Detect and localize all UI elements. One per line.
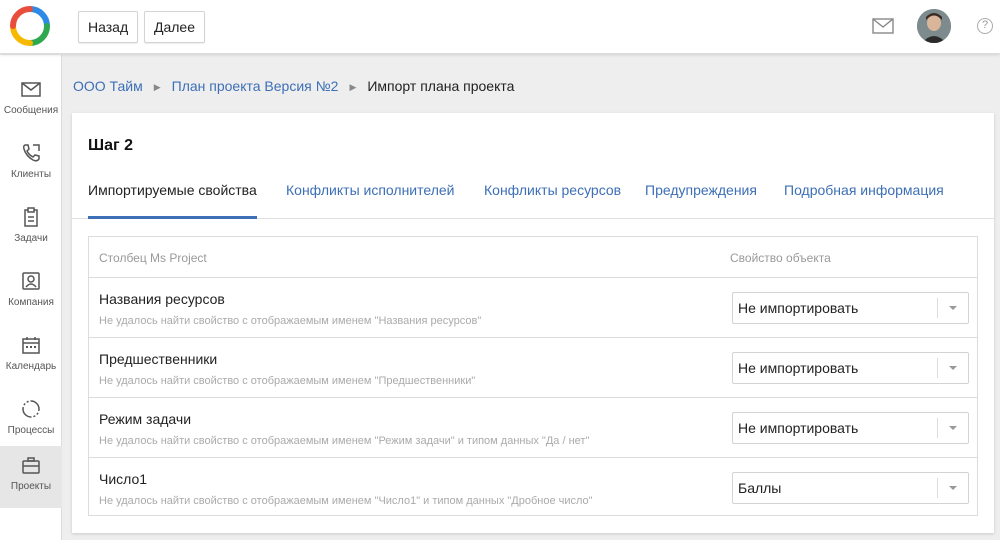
- sidebar-item-clients[interactable]: Клиенты: [0, 134, 62, 196]
- select-value: Не импортировать: [738, 300, 859, 316]
- tab-details[interactable]: Подробная информация: [784, 175, 944, 219]
- sidebar-item-tasks[interactable]: Задачи: [0, 198, 62, 260]
- sidebar-item-processes[interactable]: Процессы: [0, 390, 62, 452]
- tab-imported-properties[interactable]: Импортируемые свойства: [88, 175, 257, 219]
- select-divider: [937, 418, 938, 438]
- select-divider: [937, 298, 938, 318]
- property-select[interactable]: Не импортировать: [732, 292, 969, 324]
- select-divider: [937, 358, 938, 378]
- column-header-ms-project: Столбец Ms Project: [99, 251, 207, 265]
- sidebar-item-label: Задачи: [14, 233, 48, 244]
- sidebar-item-label: Процессы: [7, 425, 55, 436]
- row-description: Не удалось найти свойство с отображаемым…: [99, 495, 593, 507]
- sidebar-item-projects[interactable]: Проекты: [0, 446, 62, 508]
- table-header: Столбец Ms Project Свойство объекта: [89, 237, 977, 278]
- table-row: Предшественники Не удалось найти свойств…: [89, 338, 977, 398]
- mail-icon: [21, 82, 41, 97]
- import-card: Шаг 2 Импортируемые свойства Конфликты и…: [72, 113, 994, 533]
- select-value: Не импортировать: [738, 360, 859, 376]
- select-value: Не импортировать: [738, 420, 859, 436]
- sidebar: Сообщения Клиенты Задачи Компания Календ…: [0, 55, 62, 540]
- properties-table: Столбец Ms Project Свойство объекта Назв…: [88, 236, 978, 516]
- chevron-down-icon: [949, 366, 957, 370]
- chevron-right-icon: ▶: [153, 82, 161, 92]
- sidebar-item-label: Проекты: [10, 481, 52, 492]
- row-description: Не удалось найти свойство с отображаемым…: [99, 375, 476, 387]
- row-description: Не удалось найти свойство с отображаемым…: [99, 435, 590, 447]
- app-logo-icon[interactable]: [10, 6, 50, 46]
- chevron-down-icon: [949, 426, 957, 430]
- row-name: Названия ресурсов: [99, 291, 225, 307]
- row-description: Не удалось найти свойство с отображаемым…: [99, 315, 482, 327]
- top-bar: Назад Далее ?: [0, 0, 1000, 54]
- property-select[interactable]: Баллы: [732, 472, 969, 504]
- table-row: Названия ресурсов Не удалось найти свойс…: [89, 278, 977, 338]
- chevron-down-icon: [949, 306, 957, 310]
- select-value: Баллы: [738, 480, 782, 496]
- next-button[interactable]: Далее: [144, 11, 206, 43]
- tab-bar: Импортируемые свойства Конфликты исполни…: [72, 175, 994, 219]
- sidebar-item-label: Клиенты: [10, 169, 52, 180]
- briefcase-icon: [22, 457, 40, 474]
- chevron-down-icon: [949, 486, 957, 490]
- sidebar-item-messages[interactable]: Сообщения: [0, 70, 62, 132]
- breadcrumb-link-company[interactable]: ООО Тайм: [73, 78, 143, 94]
- tab-resource-conflicts[interactable]: Конфликты ресурсов: [484, 175, 621, 219]
- clipboard-icon: [24, 207, 38, 227]
- tab-warnings[interactable]: Предупреждения: [645, 175, 757, 219]
- select-divider: [937, 478, 938, 498]
- mail-icon[interactable]: [872, 18, 894, 34]
- page-title: Шаг 2: [88, 137, 133, 154]
- property-select[interactable]: Не импортировать: [732, 412, 969, 444]
- sidebar-item-company[interactable]: Компания: [0, 262, 62, 324]
- calendar-icon: [22, 337, 40, 354]
- column-header-object-property: Свойство объекта: [730, 251, 831, 265]
- company-icon: [22, 272, 40, 290]
- table-row: Число1 Не удалось найти свойство с отобр…: [89, 458, 977, 518]
- phone-icon: [22, 144, 40, 162]
- row-name: Режим задачи: [99, 411, 192, 427]
- user-avatar[interactable]: [917, 9, 951, 43]
- back-button[interactable]: Назад: [78, 11, 139, 43]
- row-name: Предшественники: [99, 351, 218, 367]
- property-select[interactable]: Не импортировать: [732, 352, 969, 384]
- breadcrumb-link-project-plan[interactable]: План проекта Версия №2: [172, 78, 339, 94]
- sidebar-item-label: Календарь: [5, 361, 57, 372]
- chevron-right-icon: ▶: [349, 82, 357, 92]
- tab-assignee-conflicts[interactable]: Конфликты исполнителей: [286, 175, 454, 219]
- table-row: Режим задачи Не удалось найти свойство с…: [89, 398, 977, 458]
- breadcrumb-current: Импорт плана проекта: [367, 78, 515, 94]
- sidebar-item-label: Компания: [8, 297, 54, 308]
- sidebar-item-calendar[interactable]: Календарь: [0, 326, 62, 388]
- sidebar-item-label: Сообщения: [3, 105, 59, 116]
- breadcrumb: ООО Тайм ▶ План проекта Версия №2 ▶ Импорт п…: [73, 78, 514, 94]
- process-icon: [22, 400, 40, 418]
- help-icon[interactable]: ?: [977, 18, 993, 34]
- row-name: Число1: [99, 471, 148, 487]
